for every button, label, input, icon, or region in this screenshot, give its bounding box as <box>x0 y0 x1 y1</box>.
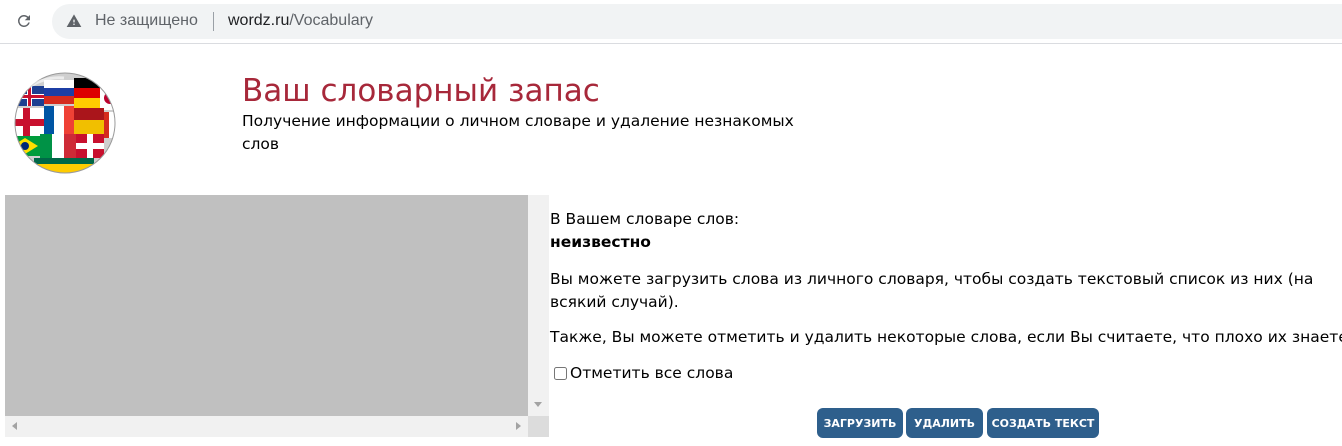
select-all-row[interactable]: Отметить все слова <box>554 362 733 385</box>
word-list[interactable] <box>5 195 549 437</box>
address-bar[interactable]: Не защищено wordz.ru/Vocabulary <box>52 4 1342 39</box>
word-count-value: неизвестно <box>550 233 651 251</box>
url-path: /Vocabulary <box>289 12 373 29</box>
security-label[interactable]: Не защищено <box>95 12 198 30</box>
reload-icon[interactable] <box>13 10 35 32</box>
horizontal-scrollbar[interactable] <box>5 416 528 437</box>
scroll-down-icon[interactable] <box>534 402 542 407</box>
word-count-label: В Вашем словаре слов: <box>550 210 740 228</box>
page-title: Ваш словарный запас <box>242 73 600 109</box>
select-all-label: Отметить все слова <box>570 364 734 382</box>
browser-toolbar: Не защищено wordz.ru/Vocabulary <box>0 0 1342 44</box>
site-logo[interactable] <box>4 68 122 174</box>
page-subtitle: Получение информации о личном словаре и … <box>242 112 794 153</box>
delete-button[interactable]: УДАЛИТЬ <box>906 408 983 438</box>
load-button[interactable]: ЗАГРУЗИТЬ <box>817 408 903 438</box>
url-host: wordz.ru <box>228 12 290 29</box>
delete-description: Также, Вы можете отметить и удалить неко… <box>550 328 1342 346</box>
load-description: Вы можете загрузить слова из личного сло… <box>550 270 1314 311</box>
scroll-left-icon[interactable] <box>12 422 17 430</box>
address-divider <box>213 12 214 31</box>
url-text[interactable]: wordz.ru/Vocabulary <box>228 12 373 30</box>
create-text-button[interactable]: СОЗДАТЬ ТЕКСТ <box>987 408 1099 438</box>
scrollbar-corner <box>528 416 549 437</box>
warning-icon[interactable] <box>66 13 82 29</box>
vertical-scrollbar[interactable] <box>528 195 549 416</box>
select-all-checkbox[interactable] <box>554 367 567 380</box>
scroll-right-icon[interactable] <box>516 422 521 430</box>
